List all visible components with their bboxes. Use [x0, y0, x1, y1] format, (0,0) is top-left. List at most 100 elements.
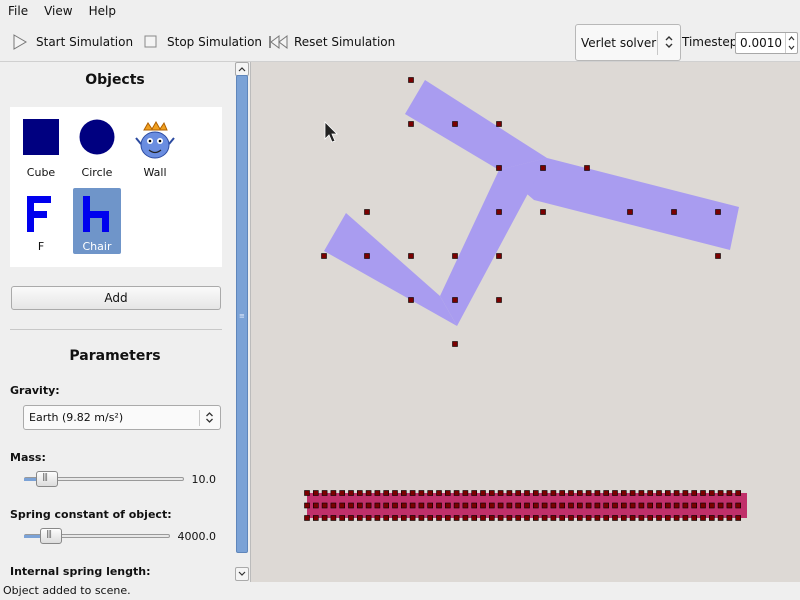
particle-node [691, 502, 698, 509]
particle-node [480, 515, 486, 521]
spring-constant-slider[interactable] [24, 528, 172, 544]
particle-node [682, 490, 689, 496]
left-panel-scrollbar[interactable]: ≡ [234, 62, 250, 582]
particle-node [682, 515, 689, 521]
scroll-up-icon[interactable] [235, 62, 249, 76]
particle-node [550, 502, 557, 509]
menu-view[interactable]: View [36, 0, 80, 22]
menu-help[interactable]: Help [81, 0, 124, 22]
particle-node [717, 515, 724, 521]
particle-node [401, 490, 407, 496]
particle-node [594, 515, 601, 521]
particle-node [348, 502, 354, 509]
particle-node [452, 297, 458, 303]
particle-node [515, 515, 522, 521]
mass-slider[interactable] [24, 471, 186, 487]
particle-node [594, 490, 601, 496]
particle-node [735, 490, 742, 496]
mass-label: Mass: [10, 451, 46, 464]
particle-node [453, 515, 460, 521]
particle-node [506, 515, 513, 521]
gravity-value: Earth (9.82 m/s²) [29, 411, 124, 424]
particle-node [612, 502, 618, 509]
simulation-canvas[interactable] [250, 62, 800, 582]
particle-node [445, 515, 451, 521]
particle-node [339, 490, 345, 496]
circle-icon [79, 119, 115, 155]
grip-icon: ≡ [239, 312, 245, 320]
particle-node [383, 515, 389, 521]
object-label-cube: Cube [26, 166, 56, 179]
particle-node [383, 490, 389, 496]
particle-node [312, 490, 319, 496]
particle-node [515, 502, 522, 509]
particle-node [506, 490, 513, 496]
particle-node [304, 515, 310, 521]
particle-node [682, 502, 689, 509]
object-label-chair: Chair [82, 240, 112, 253]
particle-node [550, 490, 557, 496]
gravity-select[interactable]: Earth (9.82 m/s²) [23, 405, 221, 430]
particle-node [409, 502, 416, 509]
particle-node [656, 515, 662, 521]
particle-node [321, 490, 328, 496]
scroll-down-icon[interactable] [235, 567, 249, 581]
particle-node [717, 502, 724, 509]
particle-node [330, 502, 337, 509]
chair-object[interactable] [321, 77, 740, 347]
particle-node [436, 490, 442, 496]
mouse-cursor-icon [324, 121, 338, 143]
solver-select[interactable]: Verlet solver [575, 24, 681, 61]
stop-simulation-button[interactable]: Stop Simulation [143, 31, 262, 53]
particle-node [480, 502, 486, 509]
particle-node [540, 165, 546, 171]
particle-node [471, 502, 477, 509]
reset-simulation-label: Reset Simulation [294, 35, 396, 49]
particle-node [418, 490, 425, 496]
particle-node [374, 515, 381, 521]
particle-node [339, 515, 345, 521]
menu-file[interactable]: File [0, 0, 36, 22]
particle-node [603, 490, 610, 496]
particle-node [671, 209, 677, 215]
updown-arrows-icon [664, 34, 674, 50]
add-button[interactable]: Add [11, 286, 221, 310]
object-label-f: F [37, 240, 45, 253]
particle-node [594, 502, 601, 509]
particle-node [409, 490, 416, 496]
particle-node [408, 297, 414, 303]
particle-node [638, 502, 645, 509]
particle-node [620, 515, 627, 521]
spring-constant-slider-handle[interactable] [40, 528, 62, 544]
particle-node [427, 502, 433, 509]
particle-node [445, 490, 451, 496]
particle-node [452, 341, 458, 347]
scrollbar-thumb[interactable]: ≡ [236, 75, 248, 553]
particle-node [532, 515, 539, 521]
wall-object[interactable] [304, 490, 748, 521]
particle-node [365, 515, 372, 521]
scene-svg[interactable] [251, 62, 800, 582]
particle-node [629, 515, 636, 521]
start-simulation-button[interactable]: Start Simulation [12, 31, 133, 53]
particle-node [585, 502, 592, 509]
object-item-f[interactable]: F [17, 188, 65, 254]
particle-node [312, 502, 319, 509]
reset-simulation-button[interactable]: Reset Simulation [268, 31, 395, 53]
particle-node [330, 490, 337, 496]
particle-node [726, 515, 733, 521]
particle-node [497, 502, 504, 509]
timestep-spinbox[interactable]: 0.0010 [735, 32, 798, 54]
object-item-circle[interactable]: Circle [73, 114, 121, 180]
mass-slider-handle[interactable] [36, 471, 58, 487]
spin-arrows-icon[interactable] [785, 33, 797, 53]
particle-node [620, 502, 627, 509]
particle-node [489, 502, 495, 509]
particle-node [585, 515, 592, 521]
object-item-chair[interactable]: Chair [73, 188, 121, 254]
object-item-cube[interactable]: Cube [17, 114, 65, 180]
particle-node [656, 502, 662, 509]
object-item-wall[interactable]: Wall [131, 114, 179, 180]
gravity-label: Gravity: [10, 384, 60, 397]
particle-node [392, 490, 398, 496]
